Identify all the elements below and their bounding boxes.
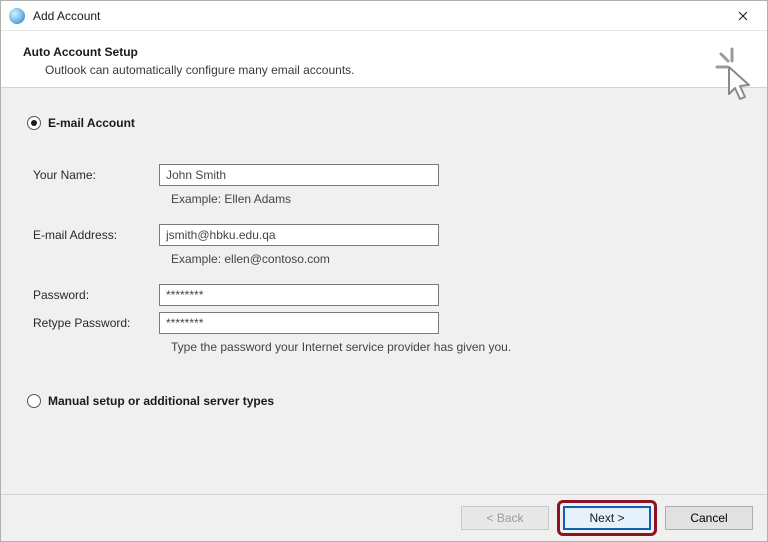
radio-email-account[interactable]: E-mail Account <box>27 116 741 130</box>
retype-label: Retype Password: <box>33 316 159 330</box>
next-highlight: Next > <box>557 500 657 536</box>
close-icon <box>738 11 748 21</box>
retype-input[interactable] <box>159 312 439 334</box>
window-title: Add Account <box>33 9 721 23</box>
password-label: Password: <box>33 288 159 302</box>
titlebar: Add Account <box>1 1 767 31</box>
row-your-name: Your Name: <box>33 164 741 186</box>
radio-email-label: E-mail Account <box>48 116 135 130</box>
email-hint: Example: ellen@contoso.com <box>171 252 741 266</box>
your-name-input[interactable] <box>159 164 439 186</box>
row-email: E-mail Address: <box>33 224 741 246</box>
your-name-label: Your Name: <box>33 168 159 182</box>
header-heading: Auto Account Setup <box>23 45 745 59</box>
row-retype: Retype Password: <box>33 312 741 334</box>
radio-icon <box>27 116 41 130</box>
header: Auto Account Setup Outlook can automatic… <box>1 31 767 87</box>
header-sub: Outlook can automatically configure many… <box>45 63 745 77</box>
radio-icon <box>27 394 41 408</box>
row-password: Password: <box>33 284 741 306</box>
your-name-hint: Example: Ellen Adams <box>171 192 741 206</box>
email-input[interactable] <box>159 224 439 246</box>
close-button[interactable] <box>721 2 765 30</box>
body: E-mail Account Your Name: Example: Ellen… <box>1 87 767 495</box>
back-button: < Back <box>461 506 549 530</box>
app-icon <box>9 8 25 24</box>
radio-manual-label: Manual setup or additional server types <box>48 394 274 408</box>
form: Your Name: Example: Ellen Adams E-mail A… <box>33 164 741 354</box>
footer: < Back Next > Cancel <box>1 495 767 541</box>
cancel-button[interactable]: Cancel <box>665 506 753 530</box>
add-account-dialog: Add Account Auto Account Setup Outlook c… <box>0 0 768 542</box>
email-label: E-mail Address: <box>33 228 159 242</box>
cursor-pointer-icon <box>711 45 753 107</box>
radio-manual-setup[interactable]: Manual setup or additional server types <box>27 394 741 408</box>
password-input[interactable] <box>159 284 439 306</box>
password-hint: Type the password your Internet service … <box>171 340 741 354</box>
next-button[interactable]: Next > <box>563 506 651 530</box>
